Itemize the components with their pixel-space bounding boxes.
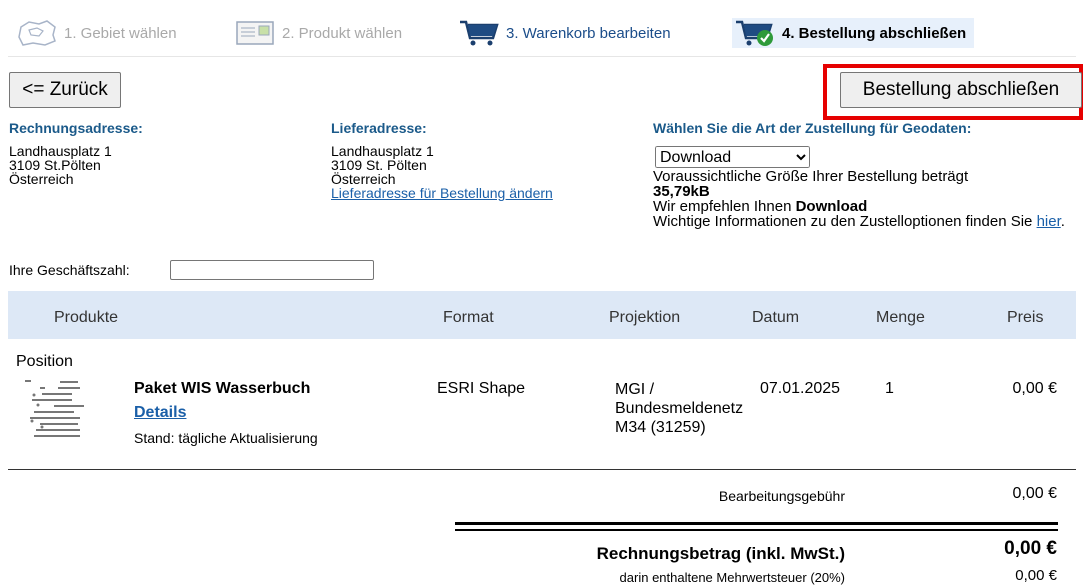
product-date: 07.01.2025 (760, 380, 841, 397)
product-quantity: 1 (885, 380, 894, 397)
shopping-cart-icon (456, 18, 502, 48)
total-label: Rechnungsbetrag (inkl. MwSt.) (596, 544, 845, 563)
header-products: Produkte (54, 309, 119, 326)
back-button[interactable]: <= Zurück (9, 72, 121, 108)
total-divider-bottom (455, 529, 1058, 531)
shipping-heading: Wählen Sie die Art der Zustellung für Ge… (653, 120, 972, 136)
finish-order-button[interactable]: Bestellung abschließen (840, 72, 1082, 108)
projection-line3: M34 (31259) (615, 419, 706, 436)
delivery-info-text: Wichtige Informationen zu den Zustellopt… (653, 213, 1037, 230)
product-status: Stand: tägliche Aktualisierung (134, 430, 318, 446)
product-thumbnail (22, 375, 100, 450)
total-divider-top (455, 522, 1058, 525)
recommendation: Wir empfehlen Ihnen Download (653, 199, 1078, 214)
delivery-info-suffix: . (1060, 213, 1065, 230)
order-size-text: Voraussichtliche Größe Ihrer Bestellung … (653, 168, 969, 185)
fee-label: Bearbeitungsgebühr (718, 488, 845, 504)
billing-line2: 3109 St.Pölten (9, 157, 101, 173)
info-here-link[interactable]: hier (1037, 213, 1061, 230)
product-format: ESRI Shape (437, 380, 526, 397)
total-value: 0,00 € (1004, 538, 1057, 559)
product-name: Paket WIS Wasserbuch (134, 380, 311, 397)
delivery-heading: Lieferadresse: (331, 120, 427, 136)
header-date: Datum (752, 309, 800, 326)
billing-address: Landhausplatz 1 3109 St.Pölten Österreic… (9, 144, 112, 186)
delivery-info: Wichtige Informationen zu den Zustellopt… (653, 214, 1078, 229)
map-region-icon (14, 18, 60, 48)
product-details-link[interactable]: Details (134, 404, 186, 422)
step-label: 1. Gebiet wählen (64, 24, 177, 42)
step-select-area[interactable]: 1. Gebiet wählen (14, 18, 177, 48)
product-projection: MGI / Bundesmeldenetz M34 (31259) (615, 380, 743, 437)
projection-line1: MGI / (615, 381, 655, 398)
product-price: 0,00 € (1012, 380, 1057, 397)
reference-label: Ihre Geschäftszahl: (9, 262, 130, 278)
delivery-method-select[interactable]: Download (655, 146, 810, 168)
order-size-value: 35,79kB (653, 183, 710, 200)
position-label: Position (16, 353, 73, 370)
vat-value: 0,00 € (1015, 567, 1057, 584)
step-label: 4. Bestellung abschließen (782, 24, 967, 42)
billing-line3: Österreich (9, 171, 74, 187)
shipping-info: Voraussichtliche Größe Ihrer Bestellung … (653, 169, 1078, 229)
product-sheet-icon (232, 18, 278, 48)
header-price: Preis (1007, 309, 1044, 326)
change-delivery-address-link[interactable]: Lieferadresse für Bestellung ändern (331, 186, 553, 200)
step-label: 2. Produkt wählen (282, 24, 403, 42)
step-edit-cart[interactable]: 3. Warenkorb bearbeiten (456, 18, 671, 48)
billing-heading: Rechnungsadresse: (9, 120, 143, 136)
row-divider (8, 469, 1076, 470)
delivery-line2: 3109 St. Pölten (331, 157, 427, 173)
billing-line1: Landhausplatz 1 (9, 143, 112, 159)
header-format: Format (443, 309, 494, 326)
delivery-line1: Landhausplatz 1 (331, 143, 434, 159)
delivery-address: Landhausplatz 1 3109 St. Pölten Österrei… (331, 144, 553, 200)
header-projection: Projektion (609, 309, 681, 326)
header-quantity: Menge (876, 309, 925, 326)
step-select-product[interactable]: 2. Produkt wählen (232, 18, 402, 48)
fee-value: 0,00 € (1012, 485, 1057, 502)
checkout-steps: 1. Gebiet wählen 2. Produkt wählen 3. Wa… (8, 8, 1076, 57)
reference-number-input[interactable] (170, 260, 374, 280)
cart-check-icon (732, 18, 778, 48)
delivery-line3: Österreich (331, 171, 396, 187)
projection-line2: Bundesmeldenetz (615, 400, 744, 417)
vat-label: darin enthaltene Mehrwertsteuer (20%) (619, 570, 845, 585)
step-label: 3. Warenkorb bearbeiten (506, 24, 671, 42)
step-finish-order[interactable]: 4. Bestellung abschließen (732, 18, 975, 48)
